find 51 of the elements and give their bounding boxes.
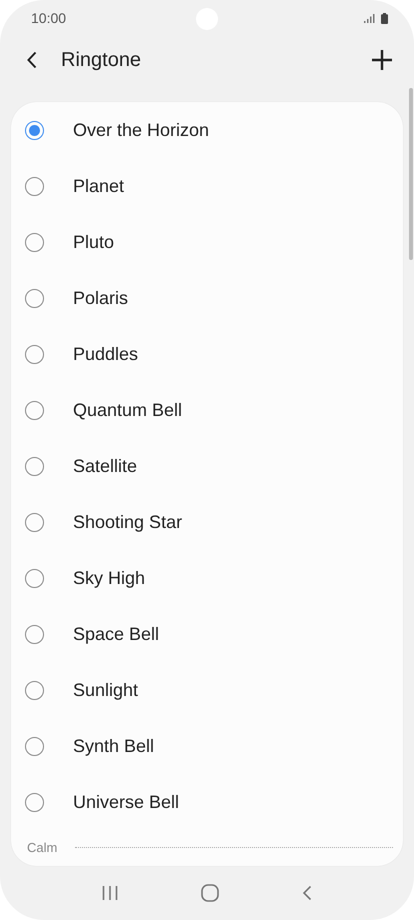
ringtone-item[interactable]: Planet	[11, 158, 403, 214]
radio-button[interactable]	[25, 792, 44, 812]
status-time: 10:00	[31, 10, 66, 26]
ringtone-item[interactable]: Universe Bell	[11, 774, 403, 830]
ringtone-label: Space Bell	[73, 624, 160, 644]
section-header: Calm	[27, 840, 58, 855]
ringtone-label: Universe Bell	[73, 792, 180, 812]
ringtone-label: Over the Horizon	[73, 120, 210, 140]
battery-icon	[381, 12, 388, 24]
radio-button[interactable]	[25, 568, 44, 588]
radio-button[interactable]	[25, 344, 44, 364]
radio-button[interactable]	[25, 232, 44, 252]
radio-button[interactable]	[25, 400, 44, 420]
ringtone-label: Sky High	[73, 568, 146, 588]
ringtone-label: Polaris	[73, 288, 128, 308]
back-icon[interactable]	[302, 885, 312, 901]
ringtone-item[interactable]: Sunlight	[11, 662, 403, 718]
ringtone-item[interactable]: Quantum Bell	[11, 382, 403, 438]
ringtone-label: Pluto	[73, 232, 114, 252]
radio-button[interactable]	[25, 176, 44, 196]
ringtone-item[interactable]: Over the Horizon	[11, 102, 403, 158]
signal-icon	[364, 14, 375, 22]
ringtone-label: Shooting Star	[73, 512, 182, 532]
ringtone-item[interactable]: Satellite	[11, 438, 403, 494]
radio-button[interactable]	[25, 456, 44, 476]
plus-icon	[372, 50, 392, 70]
ringtone-item[interactable]: Sky High	[11, 550, 403, 606]
back-button[interactable]	[27, 51, 37, 69]
radio-button[interactable]	[25, 288, 44, 308]
ringtone-item[interactable]: Space Bell	[11, 606, 403, 662]
radio-button[interactable]	[25, 120, 44, 140]
ringtone-item[interactable]: Synth Bell	[11, 718, 403, 774]
ringtone-label: Sunlight	[73, 680, 138, 700]
add-button[interactable]	[372, 50, 392, 70]
radio-button[interactable]	[25, 680, 44, 700]
recent-apps-icon[interactable]	[102, 885, 118, 901]
ringtone-label: Puddles	[73, 344, 138, 364]
radio-button[interactable]	[25, 512, 44, 532]
ringtone-item[interactable]: Polaris	[11, 270, 403, 326]
ringtone-item[interactable]: Pluto	[11, 214, 403, 270]
radio-button[interactable]	[25, 624, 44, 644]
ringtone-item[interactable]: Puddles	[11, 326, 403, 382]
radio-button[interactable]	[25, 736, 44, 756]
back-icon	[27, 51, 37, 69]
ringtone-label: Quantum Bell	[73, 400, 182, 420]
ringtone-label: Satellite	[73, 456, 138, 476]
ringtone-item[interactable]: Shooting Star	[11, 494, 403, 550]
screen-title: Ringtone	[61, 48, 142, 72]
ringtone-label: Synth Bell	[73, 736, 154, 756]
home-icon[interactable]	[200, 884, 219, 902]
ringtone-label: Planet	[73, 176, 124, 196]
